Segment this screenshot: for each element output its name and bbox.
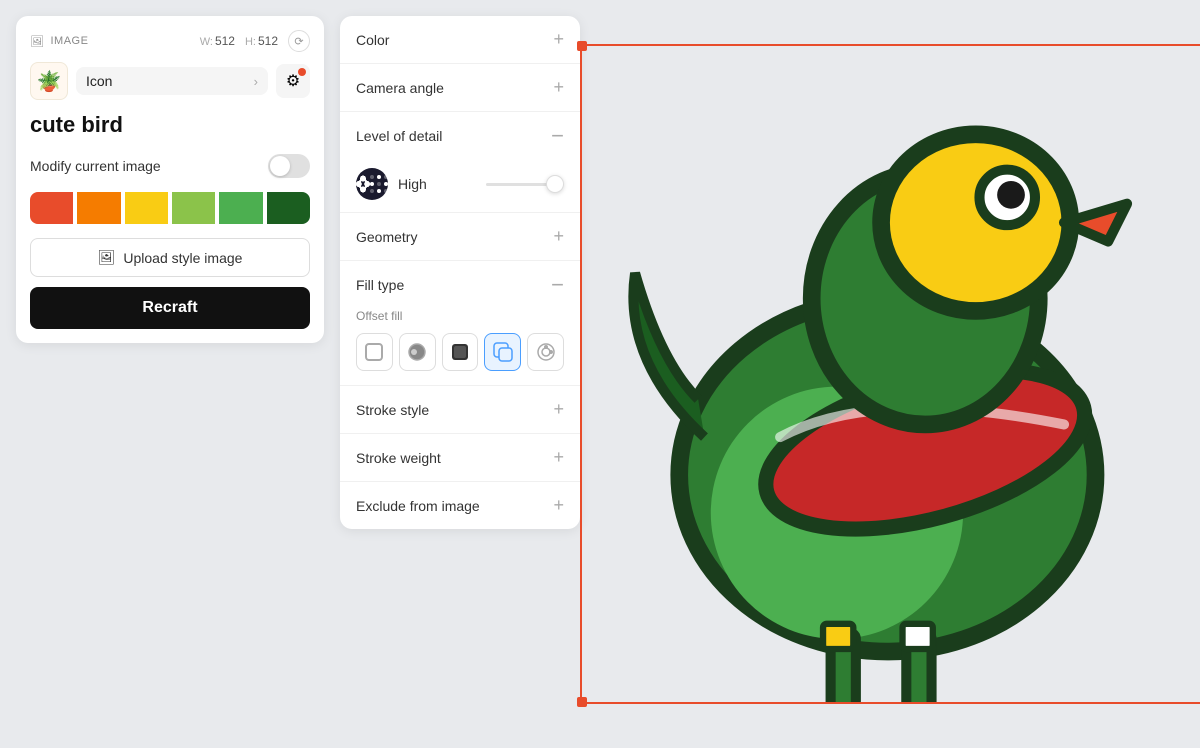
geometry-section: Geometry + (340, 213, 580, 261)
toggle-knob (270, 156, 290, 176)
width-label: W: (200, 36, 213, 48)
color-swatch-1[interactable] (77, 192, 120, 224)
camera-angle-section: Camera angle + (340, 64, 580, 112)
color-swatch-5[interactable] (267, 192, 310, 224)
fill-multi-icon (535, 341, 557, 363)
stroke-style-add-icon: + (553, 399, 564, 420)
left-panel: 🖼 IMAGE W:512 H:512 ⟳ 🪴 Icon › ⚙ cute bi… (16, 16, 324, 343)
geometry-row[interactable]: Geometry + (340, 213, 580, 260)
upload-label: Upload style image (123, 250, 242, 266)
fill-light-option[interactable] (484, 333, 521, 371)
camera-angle-row[interactable]: Camera angle + (340, 64, 580, 111)
color-add-icon: + (553, 29, 564, 50)
detail-value: High (398, 176, 476, 192)
upload-style-button[interactable]: 🖼 Upload style image (30, 238, 310, 277)
color-swatch-0[interactable] (30, 192, 73, 224)
settings-button[interactable]: ⚙ (276, 64, 310, 98)
level-of-detail-section: Level of detail − High (340, 112, 580, 213)
color-label: Color (356, 32, 389, 48)
panel-dimensions: W:512 H:512 ⟳ (200, 30, 310, 52)
height-label: H: (245, 36, 256, 48)
offset-fill-label: Offset fill (340, 309, 580, 333)
fill-outline-option[interactable] (356, 333, 393, 371)
icon-label: Icon (86, 73, 112, 89)
fill-type-label: Fill type (356, 277, 404, 293)
stroke-weight-row[interactable]: Stroke weight + (340, 434, 580, 481)
fill-dark-icon (406, 341, 428, 363)
icon-row: 🪴 Icon › ⚙ (30, 62, 310, 100)
handle-top-left (577, 41, 587, 51)
color-swatch-2[interactable] (125, 192, 168, 224)
icon-preview: 🪴 (30, 62, 68, 100)
color-swatch-3[interactable] (172, 192, 215, 224)
canvas-area (580, 0, 1200, 748)
fill-multi-option[interactable] (527, 333, 564, 371)
level-detail-header[interactable]: Level of detail − (340, 112, 580, 160)
color-row[interactable]: Color + (340, 16, 580, 63)
image-icon: 🖼 (30, 35, 44, 48)
icon-selector[interactable]: Icon › (76, 67, 268, 95)
level-detail-high-row: High (340, 160, 580, 212)
level-detail-collapse-icon: − (551, 125, 564, 147)
fill-dark-option[interactable] (399, 333, 436, 371)
camera-angle-label: Camera angle (356, 80, 444, 96)
history-icon[interactable]: ⟳ (288, 30, 310, 52)
handle-bottom-left (577, 697, 587, 707)
exclude-section: Exclude from image + (340, 482, 580, 529)
fill-black-icon (449, 341, 471, 363)
chevron-right-icon: › (254, 74, 258, 89)
recraft-button[interactable]: Recraft (30, 287, 310, 329)
fill-outline-icon (363, 341, 385, 363)
exclude-add-icon: + (553, 495, 564, 516)
stroke-weight-label: Stroke weight (356, 450, 441, 466)
exclude-label: Exclude from image (356, 498, 480, 514)
color-swatch-4[interactable] (219, 192, 262, 224)
geometry-label: Geometry (356, 229, 417, 245)
color-swatches (30, 192, 310, 224)
bird-illustration (582, 46, 1200, 702)
dots-grid (370, 175, 388, 193)
geometry-add-icon: + (553, 226, 564, 247)
detail-slider[interactable] (486, 183, 564, 186)
panel-type-label: 🖼 IMAGE (30, 35, 88, 48)
fill-type-collapse-icon: − (551, 274, 564, 296)
middle-panel: Color + Camera angle + Level of detail −… (340, 16, 580, 529)
modify-label: Modify current image (30, 158, 161, 174)
fill-light-icon (492, 341, 514, 363)
upload-icon: 🖼 (98, 249, 116, 266)
width-value: 512 (215, 34, 235, 48)
icon-emoji: 🪴 (37, 69, 62, 94)
camera-add-icon: + (553, 77, 564, 98)
stroke-style-row[interactable]: Stroke style + (340, 386, 580, 433)
fill-black-option[interactable] (442, 333, 479, 371)
fill-type-header: Fill type − (340, 261, 580, 309)
panel-header: 🖼 IMAGE W:512 H:512 ⟳ (30, 30, 310, 52)
notification-dot (298, 68, 306, 76)
selection-box[interactable] (580, 44, 1200, 704)
level-detail-label: Level of detail (356, 128, 442, 144)
color-section: Color + (340, 16, 580, 64)
stroke-style-section: Stroke style + (340, 386, 580, 434)
detail-level-icon (356, 168, 388, 200)
modify-toggle[interactable] (268, 154, 310, 178)
fill-options (340, 333, 580, 385)
modify-row: Modify current image (30, 154, 310, 178)
slider-knob (546, 175, 564, 193)
stroke-weight-section: Stroke weight + (340, 434, 580, 482)
stroke-style-label: Stroke style (356, 402, 429, 418)
stroke-weight-add-icon: + (553, 447, 564, 468)
image-title: cute bird (30, 112, 310, 138)
recraft-label: Recraft (142, 299, 197, 316)
exclude-row[interactable]: Exclude from image + (340, 482, 580, 529)
height-value: 512 (258, 34, 278, 48)
fill-type-section: Fill type − Offset fill (340, 261, 580, 386)
